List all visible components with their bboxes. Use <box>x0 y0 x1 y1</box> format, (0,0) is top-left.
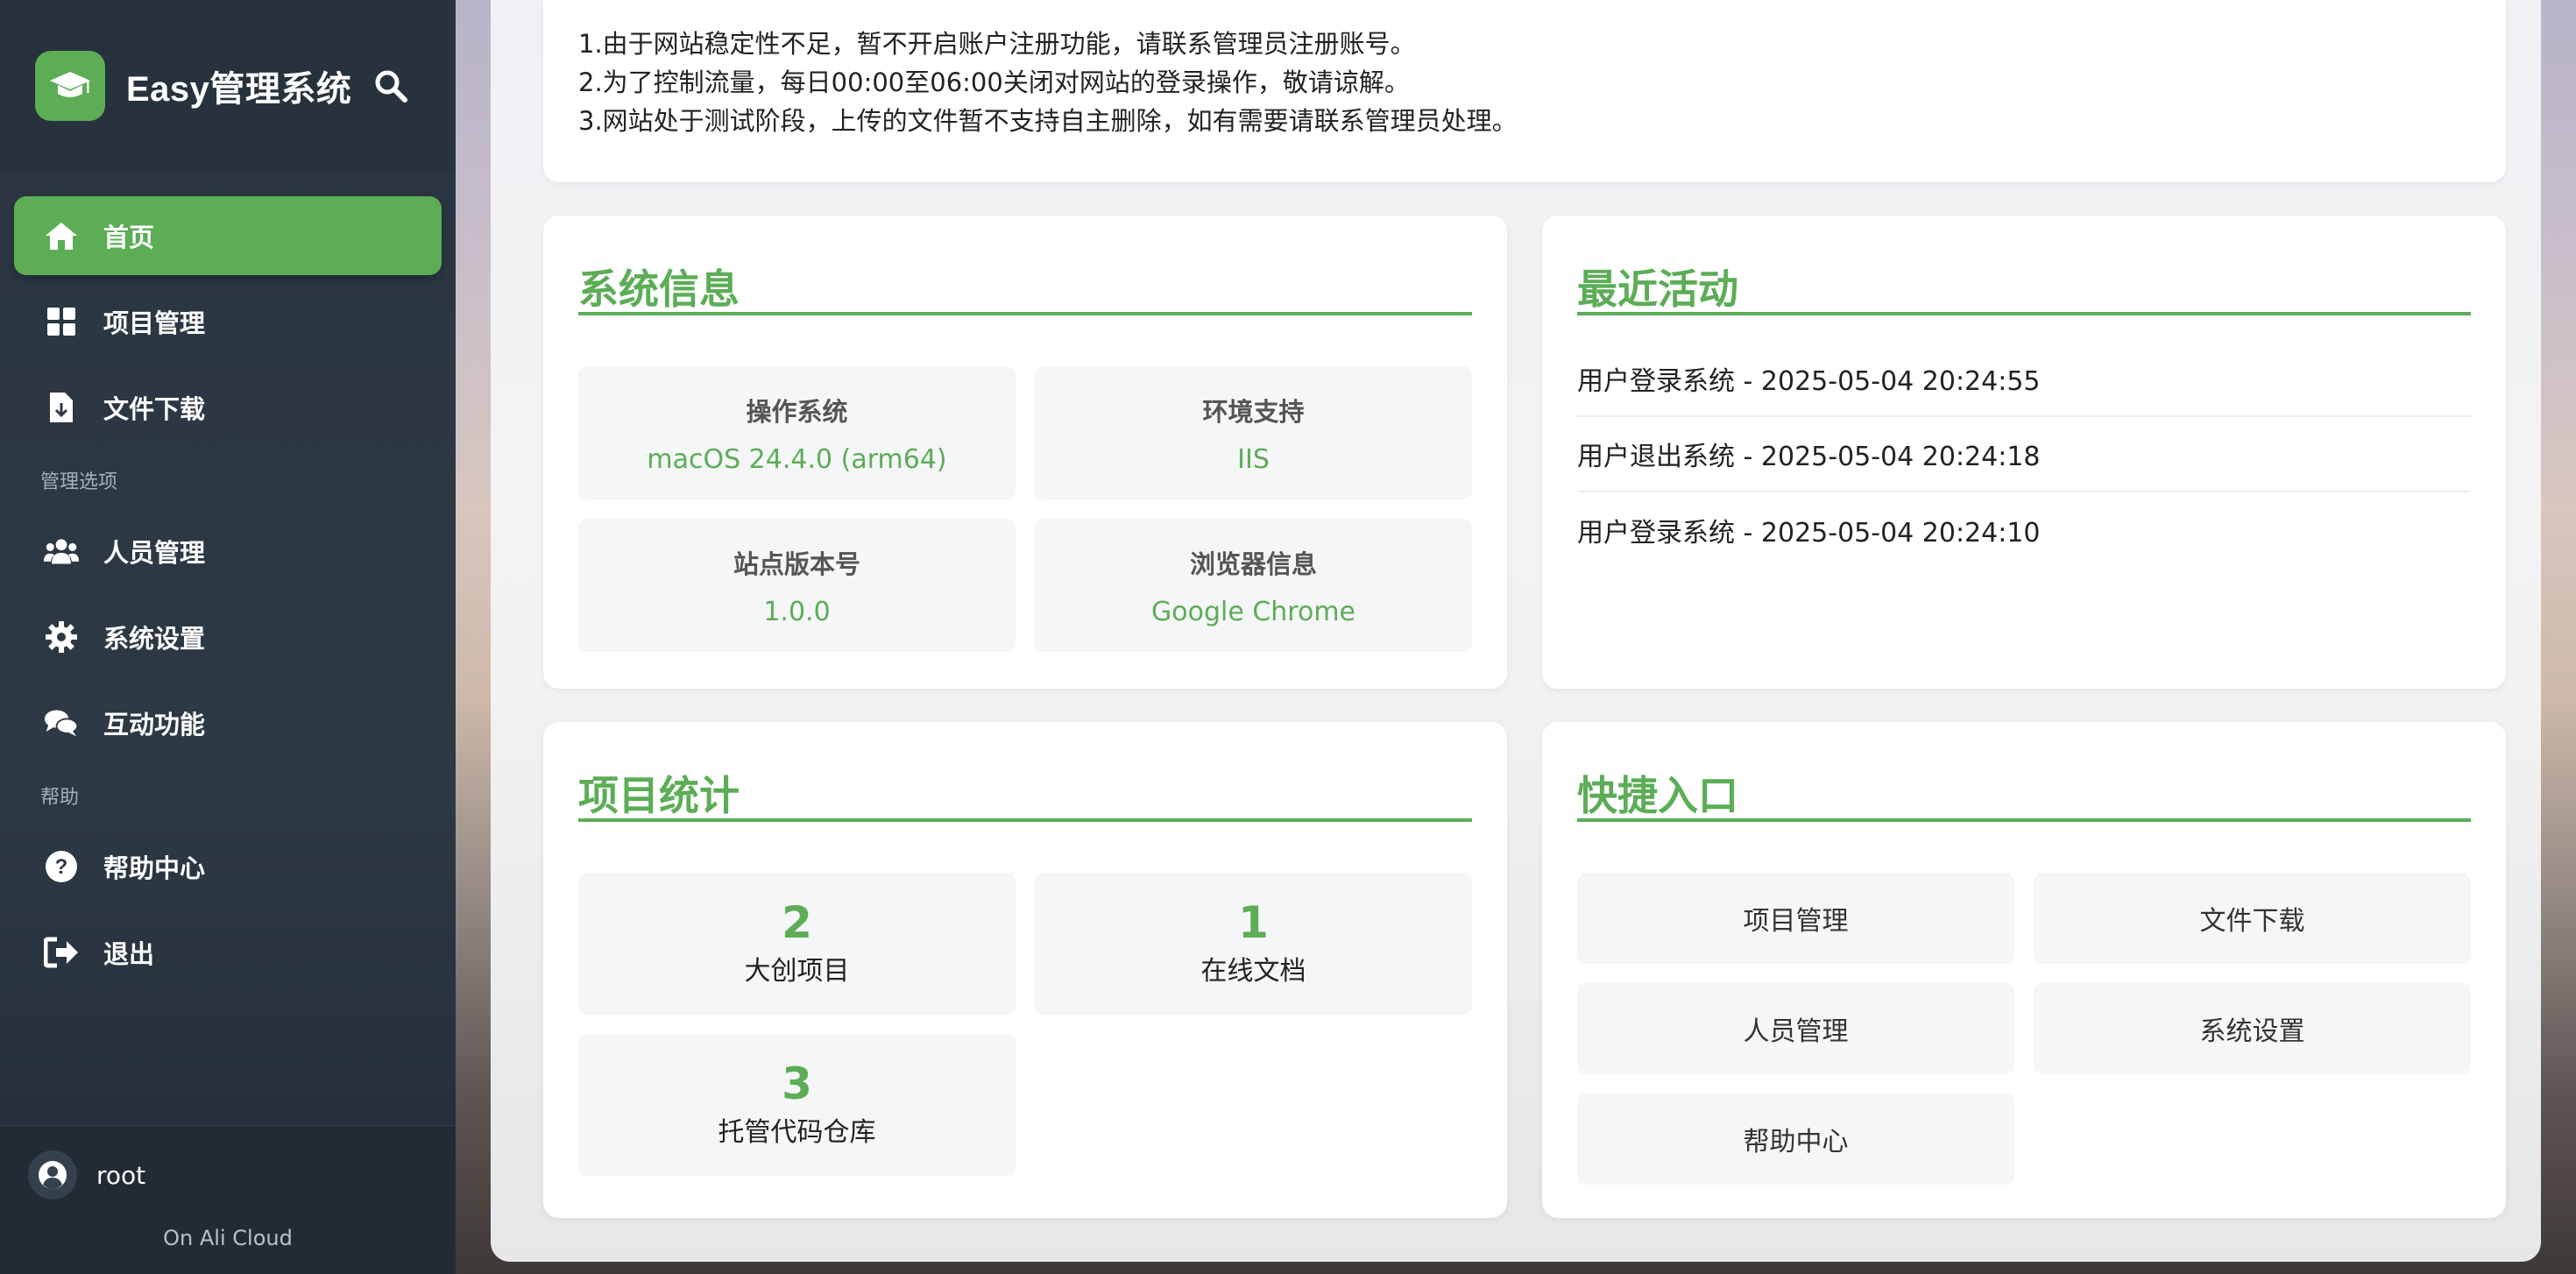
card-title: 快捷入口 <box>1577 722 2471 822</box>
stat-value: 1 <box>1238 897 1269 948</box>
svg-text:?: ? <box>55 855 68 879</box>
stat-value: 3 <box>782 1058 812 1109</box>
info-label: 站点版本号 <box>732 549 860 579</box>
sidebar-item-home[interactable]: 首页 <box>14 196 442 275</box>
sidebar-item-downloads[interactable]: 文件下载 <box>14 368 442 447</box>
app-title: Easy管理系统 <box>126 70 352 109</box>
info-value: Google Chrome <box>1151 596 1355 627</box>
info-os: 操作系统 macOS 24.4.0 (arm64) <box>578 366 1016 499</box>
quick-link-projects[interactable]: 项目管理 <box>1577 873 2014 964</box>
recent-activity-card: 最近活动 用户登录系统 - 2025-05-04 20:24:55 用户退出系统… <box>1542 216 2506 689</box>
brand-header: Easy管理系统 <box>0 0 456 172</box>
quick-link-users[interactable]: 人员管理 <box>1577 983 2014 1074</box>
stat-item: 2 大创项目 <box>578 873 1016 1015</box>
quick-link-help[interactable]: 帮助中心 <box>1577 1094 2014 1185</box>
info-version: 站点版本号 1.0.0 <box>578 519 1016 652</box>
sidebar-item-label: 互动功能 <box>103 710 206 740</box>
info-browser: 浏览器信息 Google Chrome <box>1035 519 1472 652</box>
main-content: 1.由于网站稳定性不足，暂不开启账户注册功能，请联系管理员注册账号。 2.为了控… <box>491 0 2541 1262</box>
sidebar-item-label: 退出 <box>103 939 155 969</box>
sidebar-item-projects[interactable]: 项目管理 <box>14 282 442 361</box>
sidebar-item-label: 首页 <box>103 223 155 252</box>
avatar[interactable] <box>28 1150 77 1200</box>
quick-link-settings[interactable]: 系统设置 <box>2034 983 2471 1074</box>
sidebar-item-help-center[interactable]: ? 帮助中心 <box>14 827 442 906</box>
info-env: 环境支持 IIS <box>1035 366 1472 499</box>
notice-card: 1.由于网站稳定性不足，暂不开启账户注册功能，请联系管理员注册账号。 2.为了控… <box>543 0 2506 182</box>
gear-icon <box>44 619 79 655</box>
notice-line: 2.为了控制流量，每日00:00至06:00关闭对网站的登录操作，敬请谅解。 <box>578 67 1410 97</box>
stat-label: 托管代码仓库 <box>718 1117 876 1148</box>
sidebar-item-label: 项目管理 <box>103 308 206 338</box>
sidebar-item-users[interactable]: 人员管理 <box>14 512 442 591</box>
section-label-help: 帮助 <box>40 787 80 809</box>
info-label: 操作系统 <box>746 396 848 427</box>
card-title: 最近活动 <box>1577 216 2471 315</box>
file-download-icon <box>44 390 79 425</box>
users-icon <box>44 534 79 569</box>
system-info-card: 系统信息 操作系统 macOS 24.4.0 (arm64) 环境支持 IIS … <box>543 216 1507 689</box>
project-stats-card: 项目统计 2 大创项目 1 在线文档 3 托管代码仓库 <box>543 722 1507 1218</box>
card-title: 系统信息 <box>578 216 1472 315</box>
section-label-manage: 管理选项 <box>40 471 118 493</box>
sidebar-item-settings[interactable]: 系统设置 <box>14 598 442 676</box>
notice-line: 1.由于网站稳定性不足，暂不开启账户注册功能，请联系管理员注册账号。 <box>578 29 1416 59</box>
quick-entry-card: 快捷入口 项目管理 文件下载 人员管理 系统设置 帮助中心 <box>1542 722 2506 1218</box>
card-title: 项目统计 <box>578 722 1472 822</box>
question-circle-icon: ? <box>44 849 79 884</box>
stat-item: 1 在线文档 <box>1035 873 1472 1015</box>
grid-icon <box>44 304 79 339</box>
home-icon <box>44 218 79 253</box>
info-label: 浏览器信息 <box>1189 549 1317 579</box>
quick-link-downloads[interactable]: 文件下载 <box>2034 873 2471 964</box>
sidebar-item-label: 人员管理 <box>103 538 206 568</box>
sidebar-item-label: 帮助中心 <box>103 853 206 883</box>
stat-value: 2 <box>782 897 812 948</box>
user-name: root <box>96 1160 146 1190</box>
user-panel: root On Ali Cloud <box>0 1125 456 1274</box>
activity-item: 用户退出系统 - 2025-05-04 20:24:18 <box>1577 417 2471 492</box>
host-label: On Ali Cloud <box>163 1226 293 1250</box>
notice-line: 3.网站处于测试阶段，上传的文件暂不支持自主删除，如有需要请联系管理员处理。 <box>578 106 1518 136</box>
info-value: 1.0.0 <box>763 596 831 627</box>
search-icon[interactable] <box>374 69 408 103</box>
sidebar-item-label: 系统设置 <box>103 624 206 654</box>
activity-item: 用户登录系统 - 2025-05-04 20:24:55 <box>1577 342 2471 417</box>
comments-icon <box>44 705 79 740</box>
info-label: 环境支持 <box>1202 396 1305 427</box>
sidebar-item-label: 文件下载 <box>103 394 206 424</box>
info-value: macOS 24.4.0 (arm64) <box>647 443 947 475</box>
sign-out-icon <box>44 935 79 970</box>
sidebar-nav: 首页 项目管理 文件下载 管理选项 人员管理 系统设置 互动功能 帮助 ? 帮助… <box>14 196 442 999</box>
stat-label: 大创项目 <box>744 956 850 987</box>
graduation-cap-icon <box>35 51 105 121</box>
sidebar: Easy管理系统 首页 项目管理 文件下载 管理选项 人员管理 系统设置 互动功… <box>0 0 456 1274</box>
stat-label: 在线文档 <box>1200 956 1306 987</box>
activity-item: 用户登录系统 - 2025-05-04 20:24:10 <box>1577 518 2041 549</box>
sidebar-item-interaction[interactable]: 互动功能 <box>14 683 442 762</box>
info-value: IIS <box>1237 443 1270 475</box>
sidebar-item-logout[interactable]: 退出 <box>14 913 442 992</box>
stat-item: 3 托管代码仓库 <box>578 1034 1016 1176</box>
